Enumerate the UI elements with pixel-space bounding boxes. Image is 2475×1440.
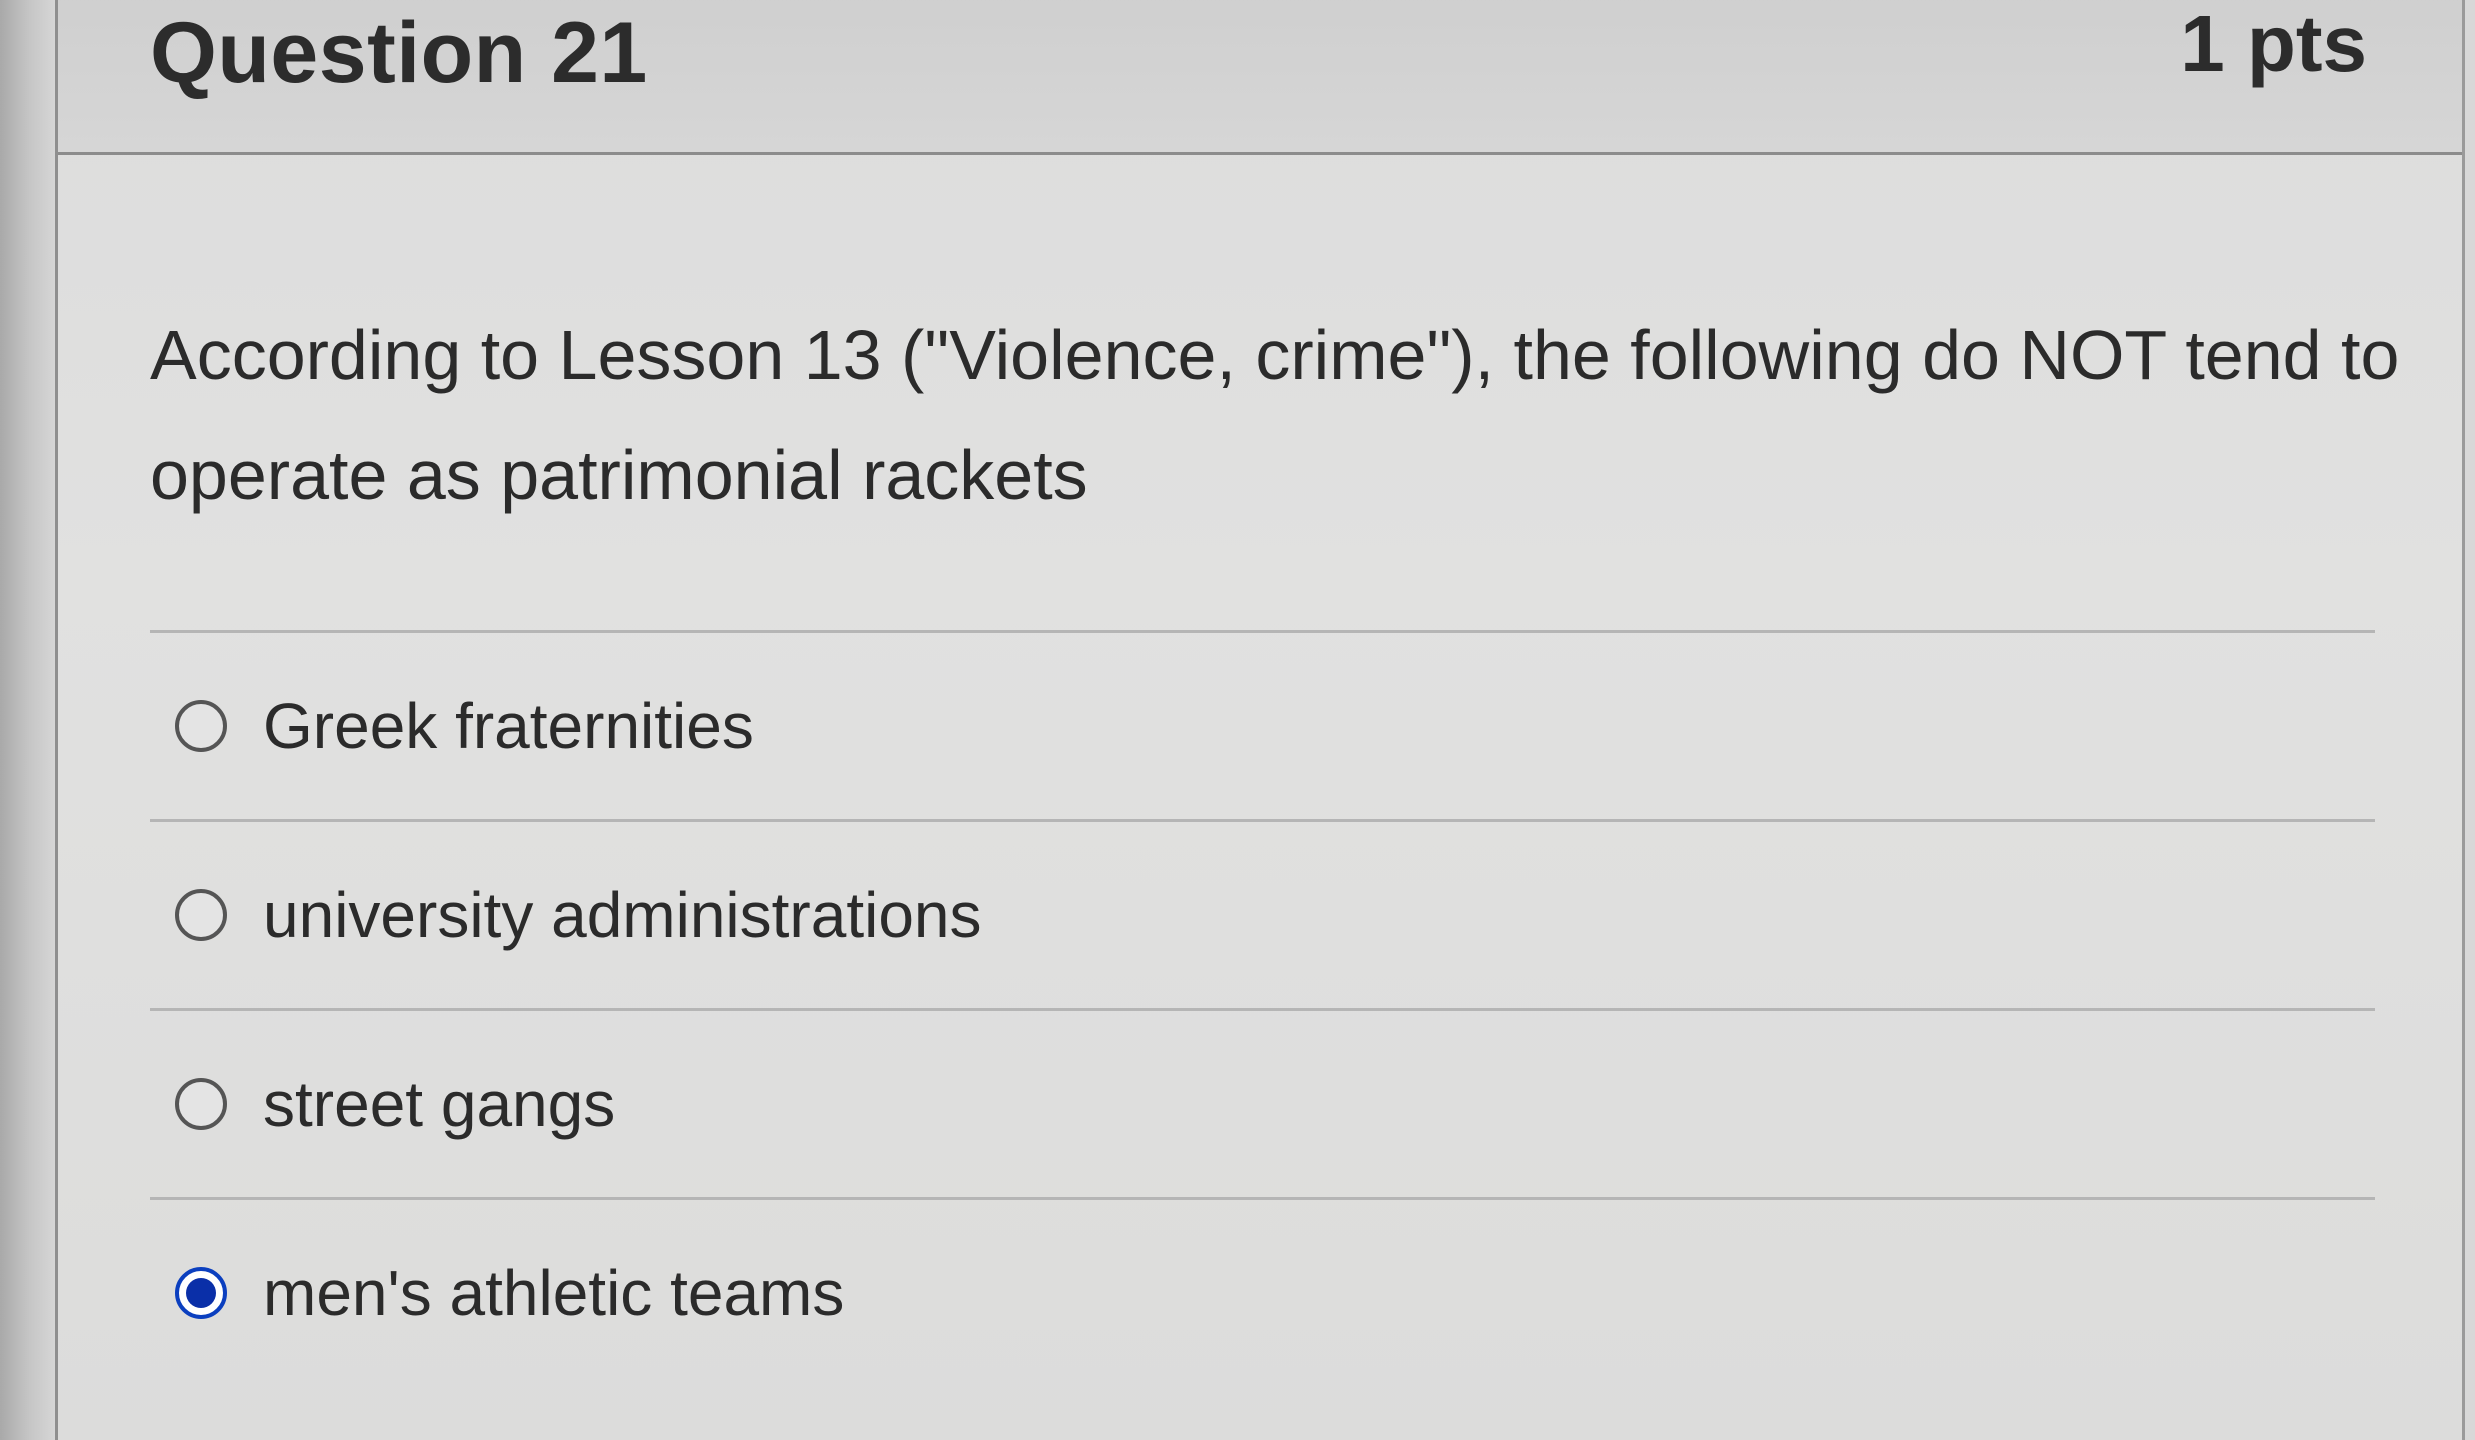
- answer-label[interactable]: street gangs: [263, 1067, 615, 1141]
- answer-option-university-administrations[interactable]: university administrations: [150, 819, 2375, 1008]
- question-points: 1 pts: [2180, 0, 2367, 88]
- question-title: Question 21: [150, 5, 648, 101]
- question-text: According to Lesson 13 ("Violence, crime…: [150, 316, 2400, 514]
- question-card: Question 21 1 pts According to Lesson 13…: [55, 0, 2465, 1440]
- radio-button[interactable]: [175, 700, 227, 752]
- screen: Question 21 1 pts According to Lesson 13…: [0, 0, 2475, 1440]
- answer-option-mens-athletic-teams[interactable]: men's athletic teams: [150, 1197, 2375, 1386]
- answer-option-street-gangs[interactable]: street gangs: [150, 1008, 2375, 1197]
- radio-button-selected[interactable]: [175, 1267, 227, 1319]
- answer-option-greek-fraternities[interactable]: Greek fraternities: [150, 630, 2375, 819]
- radio-button[interactable]: [175, 1078, 227, 1130]
- answer-list: Greek fraternities university administra…: [150, 630, 2375, 1386]
- answer-label[interactable]: Greek fraternities: [263, 689, 754, 763]
- radio-button[interactable]: [175, 889, 227, 941]
- question-header: Question 21 1 pts: [58, 0, 2462, 155]
- answer-label[interactable]: university administrations: [263, 878, 982, 952]
- answer-label[interactable]: men's athletic teams: [263, 1256, 844, 1330]
